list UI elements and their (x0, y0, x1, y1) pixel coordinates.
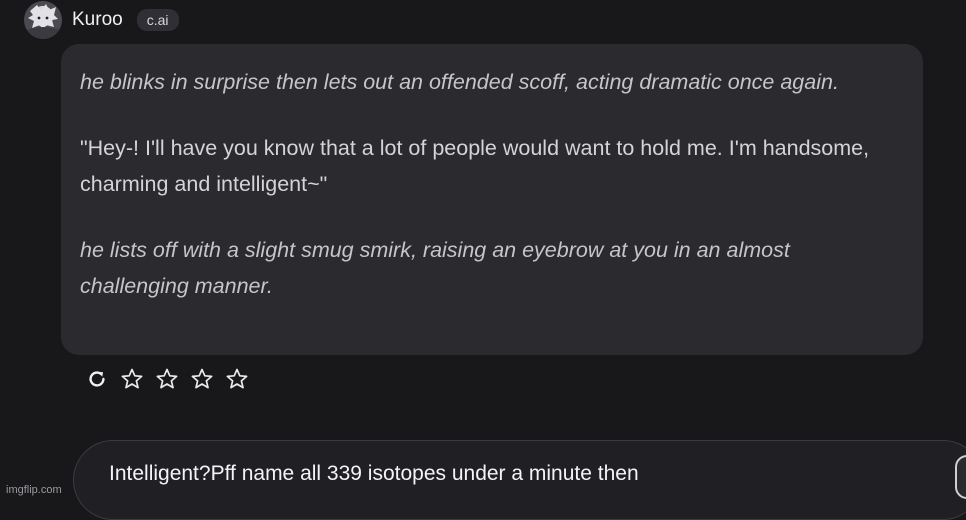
message-header: Kuroo c.ai (24, 0, 179, 40)
character-avatar[interactable] (24, 1, 62, 39)
star-icon[interactable] (189, 366, 215, 392)
watermark: imgflip.com (6, 484, 62, 496)
character-name[interactable]: Kuroo (72, 9, 123, 31)
message-bubble: he blinks in surprise then lets out an o… (61, 44, 923, 355)
message-paragraph: he blinks in surprise then lets out an o… (80, 70, 839, 94)
refresh-icon[interactable] (84, 366, 110, 392)
message-actions (84, 366, 259, 392)
send-button[interactable] (955, 455, 966, 499)
star-icon[interactable] (154, 366, 180, 392)
star-icon[interactable] (224, 366, 250, 392)
character-badge: c.ai (136, 9, 179, 31)
message-input-value[interactable]: Intelligent?Pff name all 339 isotopes un… (109, 462, 639, 486)
message-paragraph: "Hey-! I'll have you know that a lot of … (80, 136, 870, 196)
star-icon[interactable] (119, 366, 145, 392)
message-paragraph: he lists off with a slight smug smirk, r… (80, 238, 790, 298)
